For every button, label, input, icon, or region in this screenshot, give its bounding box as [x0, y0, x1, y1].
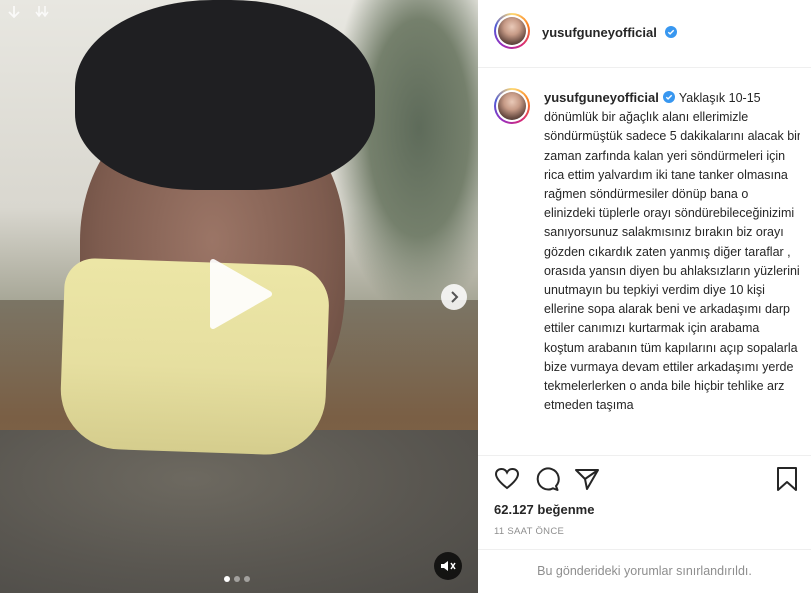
comments-disabled-notice: Bu gönderideki yorumlar sınırlandırıldı.: [478, 549, 811, 578]
media-top-icons: [6, 4, 50, 20]
carousel-dot-active: [224, 576, 230, 582]
carousel-indicator: [224, 576, 250, 582]
download-arrow-icon[interactable]: [6, 4, 22, 20]
verified-badge-icon: [662, 90, 675, 103]
verified-badge-icon: [665, 25, 678, 38]
play-icon[interactable]: [203, 258, 275, 330]
chevron-right-icon[interactable]: [441, 284, 467, 310]
instagram-post: yusufguneyofficial yusufguneyofficial Yak…: [0, 0, 811, 593]
likes-number: 62.127: [494, 502, 534, 517]
post-caption: yusufguneyofficial Yaklaşık 10-15 dönümlü…: [494, 88, 800, 456]
video-hair: [75, 0, 375, 190]
caption-body: Yaklaşık 10-15 dönümlük bir ağaçlık alan…: [544, 91, 800, 413]
comment-icon[interactable]: [534, 466, 560, 492]
post-video[interactable]: [0, 0, 478, 593]
caption-text-block: yusufguneyofficial Yaklaşık 10-15 dönümlü…: [544, 88, 800, 415]
speaker-muted-icon[interactable]: [434, 552, 462, 580]
post-header: yusufguneyofficial: [478, 0, 811, 68]
avatar-image: [498, 92, 526, 120]
post-details-panel: yusufguneyofficial yusufguneyofficial Yak…: [478, 0, 811, 593]
likes-label: beğenme: [537, 502, 595, 517]
paper-plane-icon[interactable]: [574, 466, 600, 492]
video-face-mask: [58, 257, 331, 457]
avatar-image: [498, 17, 526, 45]
download-double-arrow-icon[interactable]: [34, 4, 50, 20]
carousel-dot: [244, 576, 250, 582]
avatar[interactable]: [494, 13, 530, 49]
caption-avatar[interactable]: [494, 88, 530, 124]
heart-icon[interactable]: [494, 466, 520, 492]
caption-username[interactable]: yusufguneyofficial: [544, 90, 659, 105]
carousel-dot: [234, 576, 240, 582]
header-username[interactable]: yusufguneyofficial: [542, 25, 657, 40]
bookmark-icon[interactable]: [774, 466, 800, 492]
header-username-row: yusufguneyofficial: [542, 24, 678, 42]
post-actions: 62.127 beğenme 11 SAAT ÖNCE: [478, 455, 811, 537]
post-timestamp[interactable]: 11 SAAT ÖNCE: [494, 526, 564, 537]
likes-count[interactable]: 62.127 beğenme: [494, 502, 594, 517]
video-shirt: [0, 430, 478, 593]
